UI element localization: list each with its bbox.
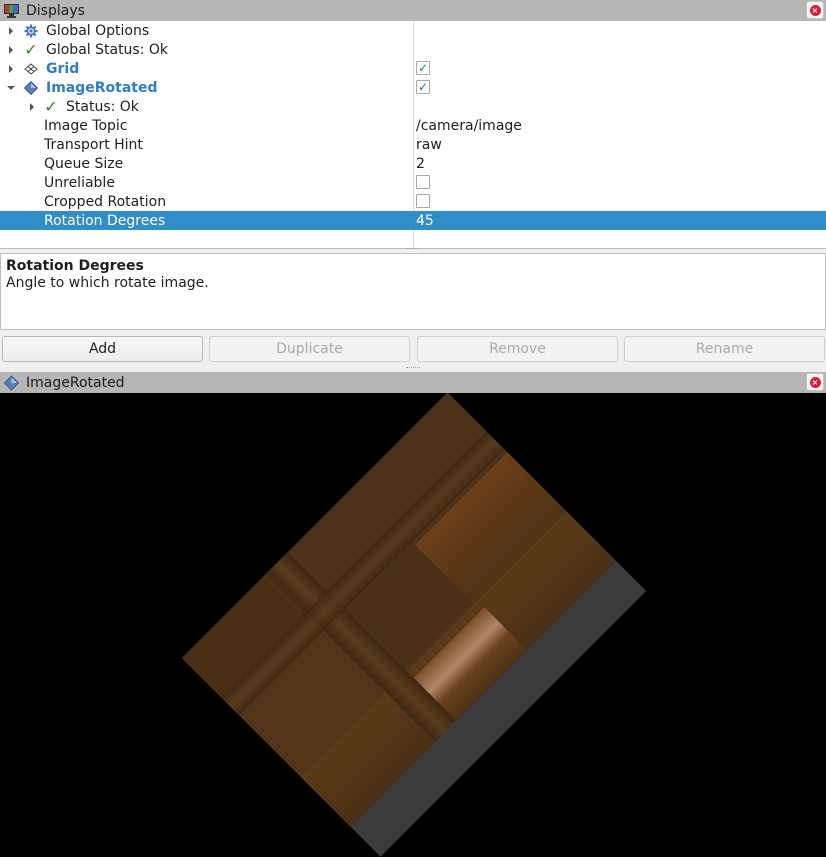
property-label: Queue Size: [44, 155, 124, 172]
image-topic-value[interactable]: /camera/image: [416, 118, 522, 134]
tree-row-image-topic[interactable]: Image Topic /camera/image: [0, 116, 826, 135]
grid-icon: [24, 62, 38, 76]
tree-row-rotation-degrees[interactable]: Rotation Degrees 45: [0, 211, 826, 230]
duplicate-button[interactable]: Duplicate: [209, 336, 410, 362]
tree-label: Global Options: [46, 22, 150, 39]
tree-label: ImageRotated: [46, 79, 158, 96]
property-label: Transport Hint: [44, 136, 143, 153]
cropped-rotation-checkbox[interactable]: [416, 194, 430, 208]
image-viewport[interactable]: [0, 393, 826, 857]
expand-arrow-icon[interactable]: [9, 64, 13, 73]
image-panel-title: ImageRotated: [26, 374, 125, 391]
rotated-camera-image: [181, 393, 646, 857]
image-panel-titlebar: ImageRotated ×: [0, 372, 826, 393]
tree-row-status[interactable]: ✓ Status: Ok: [0, 97, 826, 116]
transport-hint-value[interactable]: raw: [416, 137, 442, 153]
tree-row-image-rotated[interactable]: ImageRotated ✓: [0, 78, 826, 97]
queue-size-value[interactable]: 2: [416, 156, 425, 172]
tree-label: Status: Ok: [66, 98, 139, 115]
expand-arrow-icon[interactable]: [9, 45, 13, 54]
tree-label: Global Status: Ok: [46, 41, 169, 58]
monitor-icon: [3, 3, 20, 19]
expand-arrow-icon[interactable]: [9, 26, 13, 35]
expand-arrow-icon[interactable]: [30, 102, 34, 111]
tree-label: Grid: [46, 60, 80, 77]
property-label: Unreliable: [44, 174, 115, 191]
displays-tree: Global Options ✓ Global Status: Ok Grid …: [0, 21, 826, 249]
tree-row-global-status[interactable]: ✓ Global Status: Ok: [0, 40, 826, 59]
image-rotated-enabled-checkbox[interactable]: ✓: [416, 80, 430, 94]
splitter-handle[interactable]: [406, 248, 420, 251]
close-icon: ×: [809, 4, 821, 16]
image-display-icon: [24, 80, 38, 95]
description-title: Rotation Degrees: [6, 258, 144, 274]
image-display-icon: [3, 374, 20, 391]
tree-row-unreliable[interactable]: Unreliable: [0, 173, 826, 192]
displays-close-button[interactable]: ×: [806, 1, 824, 19]
rename-button[interactable]: Rename: [624, 336, 825, 362]
image-panel-close-button[interactable]: ×: [806, 373, 824, 391]
property-label: Image Topic: [44, 117, 128, 134]
tree-row-transport-hint[interactable]: Transport Hint raw: [0, 135, 826, 154]
property-label: Rotation Degrees: [44, 212, 166, 229]
add-button[interactable]: Add: [2, 336, 203, 362]
rotation-degrees-value[interactable]: 45: [416, 213, 434, 229]
tree-row-cropped-rotation[interactable]: Cropped Rotation: [0, 192, 826, 211]
gear-icon: [24, 24, 38, 38]
collapse-arrow-icon[interactable]: [7, 85, 15, 90]
displays-panel-title: Displays: [26, 2, 85, 19]
check-icon: ✓: [24, 39, 38, 59]
property-label: Cropped Rotation: [44, 193, 167, 210]
remove-button[interactable]: Remove: [417, 336, 618, 362]
displays-panel-titlebar: Displays ×: [0, 0, 826, 21]
unreliable-checkbox[interactable]: [416, 175, 430, 189]
description-text: Angle to which rotate image.: [6, 275, 209, 291]
grid-enabled-checkbox[interactable]: ✓: [416, 61, 430, 75]
property-description: Rotation Degrees Angle to which rotate i…: [0, 253, 826, 330]
check-icon: ✓: [44, 96, 58, 116]
splitter-handle[interactable]: [406, 367, 420, 370]
close-icon: ×: [809, 376, 821, 388]
tree-row-queue-size[interactable]: Queue Size 2: [0, 154, 826, 173]
tree-row-grid[interactable]: Grid ✓: [0, 59, 826, 78]
tree-row-global-options[interactable]: Global Options: [0, 21, 826, 40]
